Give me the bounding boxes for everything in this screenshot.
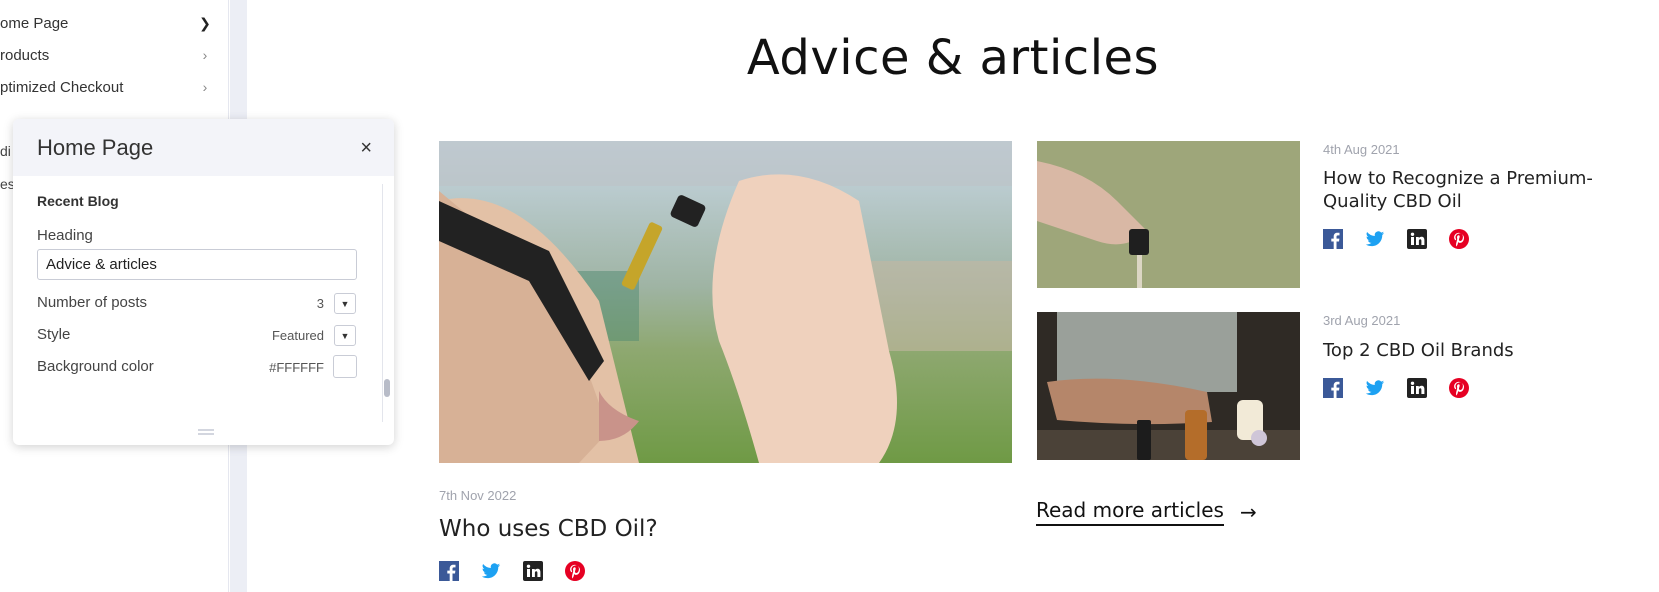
caret-down-icon: ▼ [340,330,350,341]
style-value: Featured [271,328,324,343]
featured-post-image[interactable] [439,141,1012,463]
read-more-label: Read more articles [1036,498,1224,526]
sidebar-item-optimized-checkout[interactable]: ptimized Checkout › [0,72,215,102]
panel-title: Home Page [37,134,154,160]
close-icon[interactable]: × [360,138,372,158]
chevron-right-icon: ❯ [199,14,211,31]
caret-down-icon: ▼ [340,298,350,309]
twitter-icon[interactable] [1365,229,1385,249]
page-title: Advice & articles [746,30,1160,86]
pinterest-icon[interactable] [1449,229,1469,249]
dropper-photo [1037,141,1300,288]
number-of-posts-dropdown[interactable]: ▼ [334,293,356,314]
sidebar-item-clipped[interactable]: di [0,143,11,159]
facebook-icon[interactable] [439,561,459,581]
number-of-posts-label: Number of posts [37,294,148,311]
section-name: Recent Blog [37,193,119,209]
share-links [1323,378,1469,398]
style-dropdown[interactable]: ▼ [334,325,356,346]
pinterest-icon[interactable] [565,561,585,581]
chevron-right-icon: › [202,79,208,95]
chevron-right-icon: › [202,47,208,63]
number-of-posts-value: 3 [316,296,324,311]
post-title[interactable]: Top 2 CBD Oil Brands [1323,339,1514,362]
dropper-photo [439,141,1012,463]
post-title-line: How to Recognize a Premium- [1323,168,1593,189]
background-color-value: #FFFFFF [269,360,324,375]
linkedin-icon[interactable] [1407,229,1427,249]
panel-body: Recent Blog Heading Number of posts 3 ▼ … [13,176,394,445]
panel-header[interactable]: Home Page × [13,119,394,176]
panel-scroll-thumb[interactable] [384,379,390,397]
linkedin-icon[interactable] [1407,378,1427,398]
style-label: Style [37,326,71,343]
post-date: 4th Aug 2021 [1323,142,1400,157]
resize-handle[interactable] [198,429,214,435]
facebook-icon[interactable] [1323,378,1343,398]
arrow-right-icon: → [1239,500,1257,524]
sidebar-item-label: ptimized Checkout [0,78,124,96]
background-color-swatch[interactable] [333,355,357,378]
post-date: 3rd Aug 2021 [1323,313,1401,328]
pinterest-icon[interactable] [1449,378,1469,398]
sidebar-item-label: ome Page [0,14,69,32]
heading-input[interactable] [37,249,357,280]
twitter-icon[interactable] [1365,378,1385,398]
heading-label: Heading [37,227,93,244]
post-image[interactable] [1037,141,1300,288]
post-image[interactable] [1037,312,1300,460]
sidebar-item-label: roducts [0,46,50,64]
twitter-icon[interactable] [481,561,501,581]
post-title-line: Quality CBD Oil [1323,191,1462,212]
sidebar-item-home-page[interactable]: ome Page ❯ [0,8,215,38]
post-title[interactable]: Who uses CBD Oil? [439,518,658,541]
section-settings-panel: Home Page × Recent Blog Heading Number o… [13,119,394,445]
post-title[interactable]: How to Recognize a Premium- Quality CBD … [1323,167,1593,213]
share-links [1323,229,1469,249]
share-links [439,561,585,581]
background-color-label: Background color [37,358,154,375]
linkedin-icon[interactable] [523,561,543,581]
post-date: 7th Nov 2022 [439,488,517,503]
oil-bottles-photo [1037,312,1300,460]
facebook-icon[interactable] [1323,229,1343,249]
read-more-link[interactable]: Read more articles → [1036,498,1257,526]
sidebar-item-products[interactable]: roducts › [0,40,215,70]
page-preview: Advice & articles 7th Nov 2022 Who uses … [247,0,1659,592]
